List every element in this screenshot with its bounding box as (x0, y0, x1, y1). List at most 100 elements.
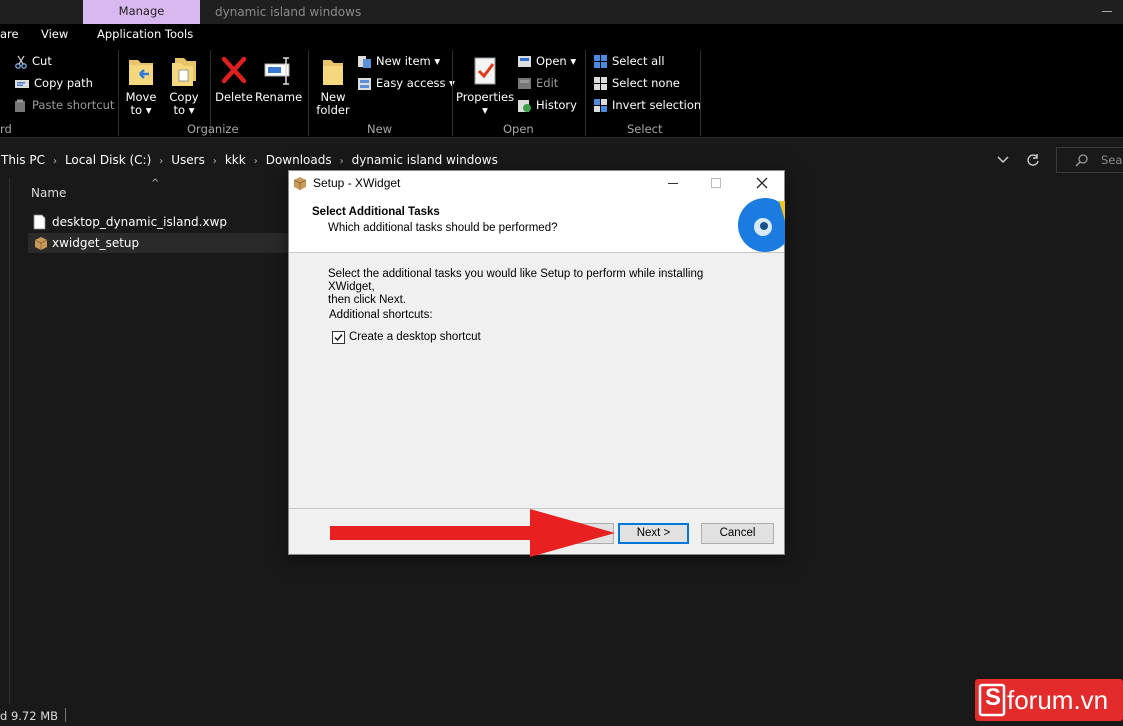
header-title: Select Additional Tasks (312, 206, 440, 218)
paste-shortcut-label: Paste shortcut (32, 98, 115, 112)
watermark-text: forum.vn (1007, 685, 1109, 715)
ribbon: Cut Copy path Paste shortcut rd Move to … (0, 46, 1123, 138)
tab-application-tools[interactable]: Application Tools (97, 27, 193, 41)
properties-button[interactable]: Properties ▾ (456, 54, 514, 117)
new-group-label: New (367, 122, 393, 136)
edit-label: Edit (536, 76, 559, 90)
select-none-label: Select none (612, 76, 680, 90)
header-subtitle: Which additional tasks should be perform… (328, 222, 558, 234)
delete-label: Delete (215, 90, 253, 104)
chevron-right-icon[interactable]: › (159, 156, 163, 167)
chevron-right-icon[interactable]: › (213, 156, 217, 167)
search-input[interactable]: Sear (1056, 147, 1123, 173)
chevron-right-icon[interactable]: › (53, 156, 57, 167)
sort-ascending-icon: ^ (151, 178, 160, 189)
select-group-label: Select (627, 122, 663, 136)
copy-path-button[interactable]: Copy path (14, 76, 93, 90)
edit-button[interactable]: Edit (517, 76, 558, 90)
document-icon (33, 214, 46, 230)
file-name: xwidget_setup (52, 236, 140, 250)
file-name: desktop_dynamic_island.xwp (52, 215, 228, 229)
easy-access-button[interactable]: Easy access ▾ (357, 76, 455, 91)
rename-icon (264, 57, 290, 85)
status-text: d 9.72 MB (0, 709, 59, 723)
chevron-down-icon[interactable] (997, 156, 1009, 164)
new-item-icon (358, 55, 371, 68)
select-all-button[interactable]: Select all (593, 54, 665, 69)
ribbon-separator (700, 50, 701, 136)
close-icon[interactable] (756, 177, 768, 189)
chevron-right-icon[interactable]: › (254, 156, 258, 167)
window-title-bar: Manage dynamic island windows (0, 0, 1123, 24)
ribbon-tabs: are View Application Tools (0, 24, 1123, 46)
delete-x-icon (221, 56, 247, 84)
crumb-downloads[interactable]: Downloads (266, 153, 332, 167)
status-divider (65, 708, 66, 722)
invert-selection-icon (594, 99, 607, 112)
new-item-button[interactable]: New item ▾ (357, 54, 440, 69)
minimize-icon[interactable] (1102, 11, 1112, 12)
copy-to-button[interactable]: Copy to ▾ (166, 54, 202, 117)
ribbon-separator (308, 50, 309, 136)
cut-button[interactable]: Cut (14, 54, 52, 69)
organize-group-label: Organize (187, 122, 239, 136)
crumb-kkk[interactable]: kkk (225, 153, 246, 167)
invert-selection-button[interactable]: Invert selection (593, 98, 701, 113)
paste-shortcut-icon (15, 99, 25, 112)
desktop-shortcut-checkbox[interactable] (332, 331, 345, 344)
tab-share[interactable]: are (0, 27, 19, 41)
section-label: Additional shortcuts: (329, 309, 433, 321)
crumb-local-disk[interactable]: Local Disk (C:) (65, 153, 151, 167)
tab-view[interactable]: View (41, 27, 68, 41)
intro-line-2: then click Next. (328, 294, 406, 306)
open-button[interactable]: Open ▾ (517, 54, 576, 68)
xwidget-logo-icon (738, 198, 785, 252)
properties-icon (474, 57, 496, 85)
delete-button[interactable]: Delete (214, 54, 254, 104)
chevron-right-icon[interactable]: › (340, 156, 344, 167)
crumb-users[interactable]: Users (171, 153, 205, 167)
rename-button[interactable]: Rename (255, 54, 302, 104)
new-folder-button[interactable]: New folder (314, 54, 352, 117)
select-none-button[interactable]: Select none (593, 76, 680, 91)
select-none-icon (594, 77, 607, 90)
crumb-dynamic-island-windows[interactable]: dynamic island windows (352, 153, 498, 167)
tab-manage[interactable]: Manage (83, 0, 200, 24)
clipboard-group-label: rd (0, 122, 12, 136)
easy-access-label: Easy access ▾ (376, 76, 455, 90)
minimize-icon[interactable] (668, 183, 678, 184)
move-to-icon (129, 60, 153, 85)
list-item[interactable]: xwidget_setup (28, 233, 290, 253)
dialog-title: Setup - XWidget (313, 176, 401, 190)
next-button[interactable]: Next > (618, 523, 689, 544)
select-all-label: Select all (612, 54, 665, 68)
crumb-this-pc[interactable]: This PC (1, 153, 45, 167)
intro-line-1: Select the additional tasks you would li… (328, 268, 704, 293)
easy-access-icon (358, 77, 371, 90)
desktop-shortcut-label[interactable]: Create a desktop shortcut (349, 331, 481, 343)
open-label: Open ▾ (536, 54, 577, 68)
paste-shortcut-button[interactable]: Paste shortcut (14, 98, 114, 113)
move-to-button[interactable]: Move to ▾ (123, 54, 159, 117)
new-folder-label-2: folder (316, 103, 350, 117)
list-item[interactable]: desktop_dynamic_island.xwp (28, 212, 290, 232)
copy-path-icon (15, 79, 29, 88)
cancel-button[interactable]: Cancel (701, 523, 774, 544)
column-header-name[interactable]: Name (31, 186, 66, 200)
new-folder-icon (323, 60, 343, 85)
dialog-header: Select Additional Tasks Which additional… (289, 195, 785, 253)
history-button[interactable]: History (517, 98, 577, 113)
scissors-icon (15, 55, 27, 69)
checkmark-icon (334, 334, 343, 342)
new-item-label: New item ▾ (376, 54, 441, 68)
setup-dialog: Setup - XWidget Select Additional Tasks … (288, 170, 785, 555)
breadcrumb-path: This PC › Local Disk (C:) › Users › kkk › Downlo… (1, 153, 498, 167)
search-placeholder: Sear (1101, 153, 1123, 167)
sforum-watermark: S forum.vn (975, 679, 1123, 721)
properties-arrow: ▾ (482, 103, 488, 117)
ribbon-separator (585, 50, 586, 136)
ribbon-separator (118, 50, 119, 136)
navigation-pane[interactable] (0, 178, 10, 704)
refresh-icon[interactable] (1026, 153, 1040, 167)
open-group-label: Open (503, 122, 534, 136)
